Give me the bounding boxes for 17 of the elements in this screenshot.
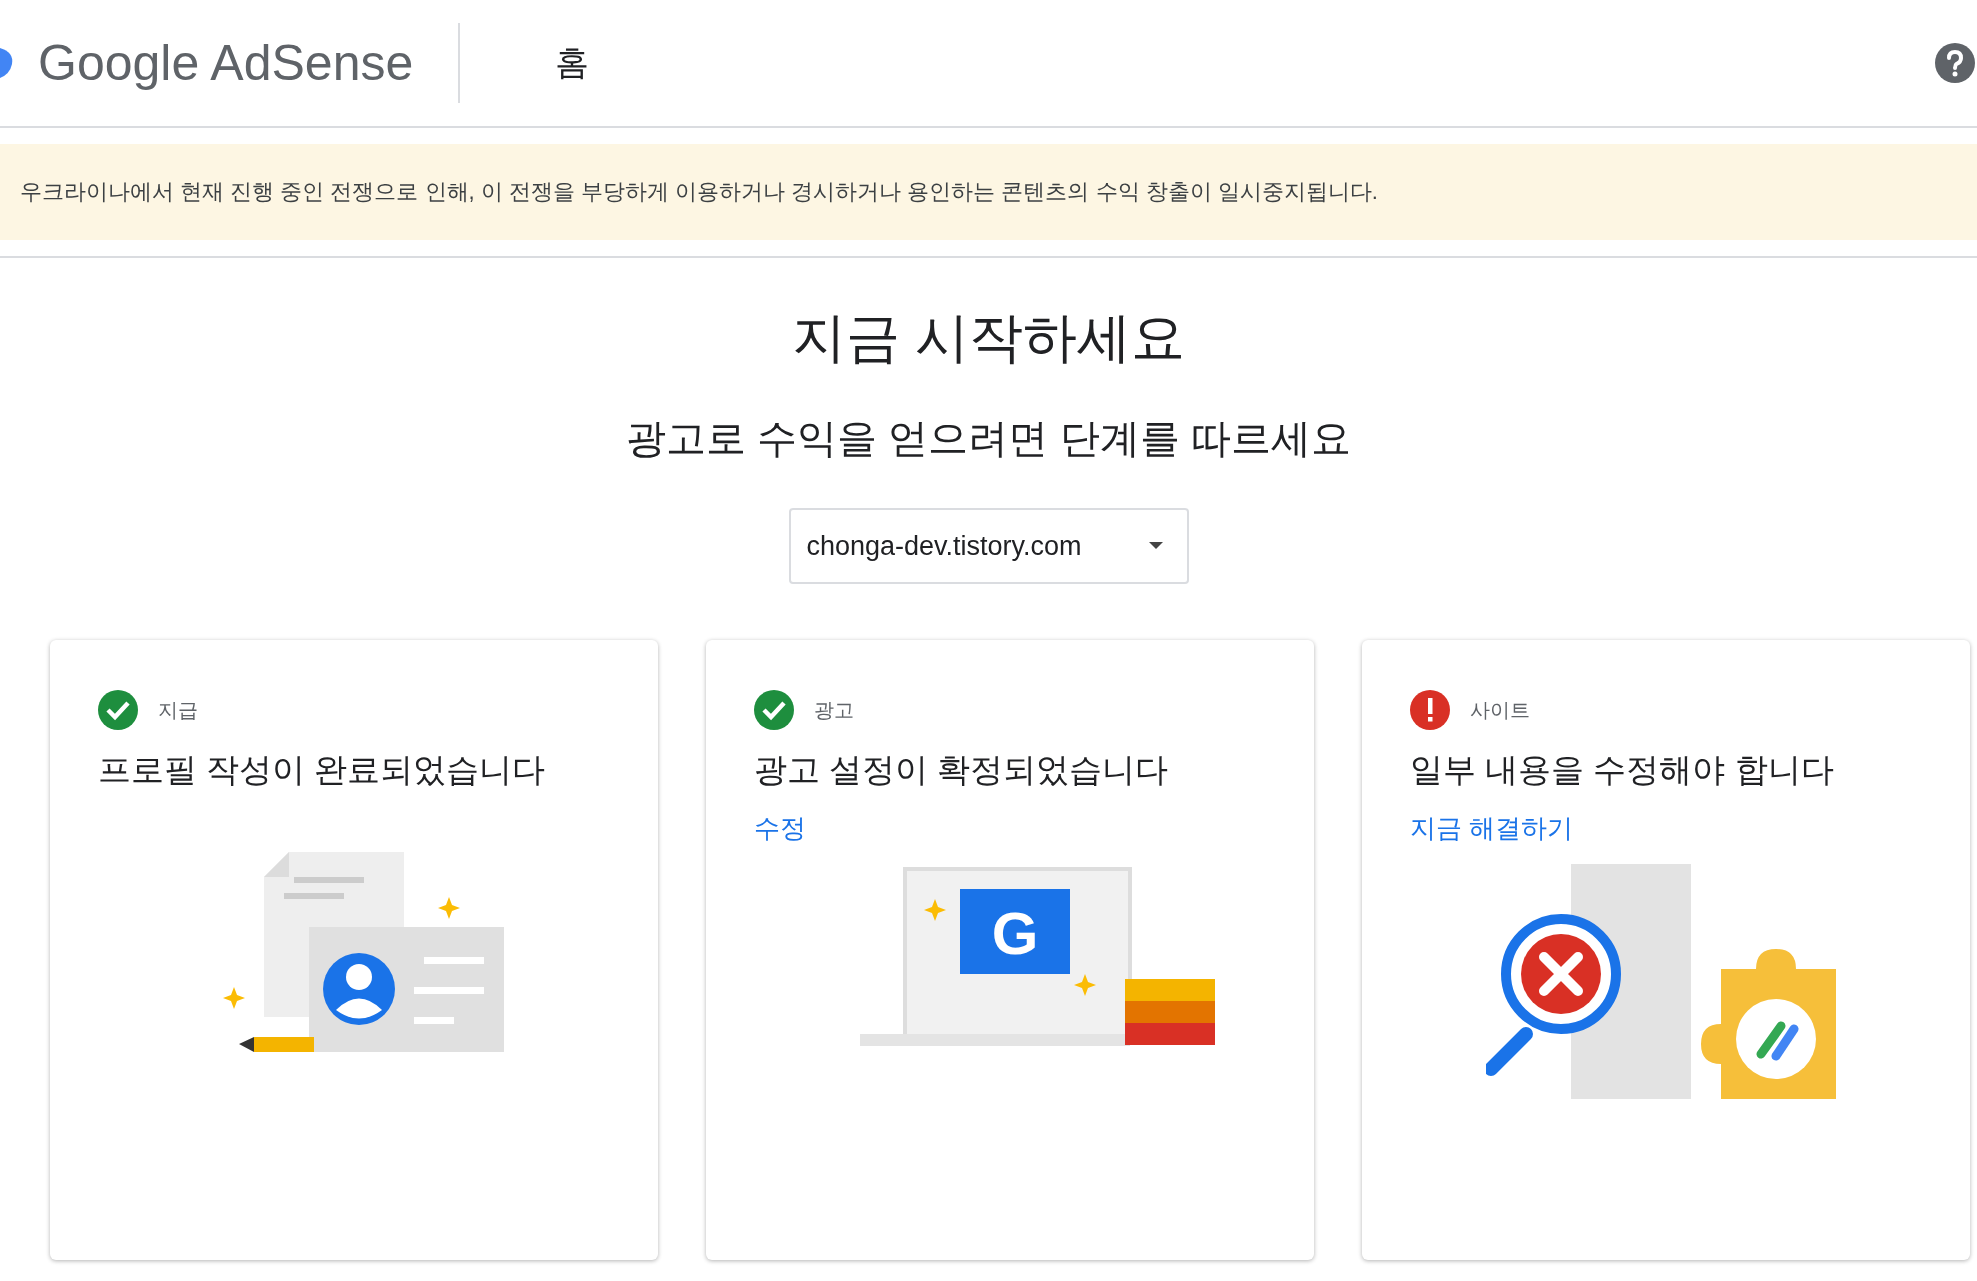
card-heading: 광고 설정이 확정되었습니다 <box>754 750 1170 790</box>
help-icon[interactable] <box>1935 43 1975 83</box>
card-category: 지급 <box>158 697 198 723</box>
app-logo[interactable]: Google AdSense <box>38 34 414 92</box>
card-category: 사이트 <box>1470 697 1530 723</box>
card-heading: 프로필 작성이 완료되었습니다 <box>98 750 547 790</box>
card-link[interactable]: 지금 해결하기 <box>1410 811 1574 846</box>
logo-icon <box>0 46 14 80</box>
page-subtitle: 광고로 수익을 얻으려면 단계를 따르세요 <box>625 415 1352 462</box>
site-dropdown[interactable]: chonga-dev.tistory.com <box>788 508 1189 584</box>
page-title: 지금 시작하세요 <box>791 306 1186 369</box>
card-category: 광고 <box>814 697 854 723</box>
caret-icon <box>1148 542 1163 550</box>
card-heading: 일부 내용을 수정해야 합니다 <box>1410 750 1835 790</box>
card-link[interactable]: 수정 <box>754 811 806 846</box>
notice-text: 우크라이나에서 현재 진행 중인 전쟁으로 인해, 이 전쟁을 부당하게 이용하거나 경시하거나 용인하는 콘텐츠의 수익 창출이 일시중지됩니다. <box>20 178 1378 206</box>
nav-item[interactable]: 홈 <box>555 40 590 86</box>
